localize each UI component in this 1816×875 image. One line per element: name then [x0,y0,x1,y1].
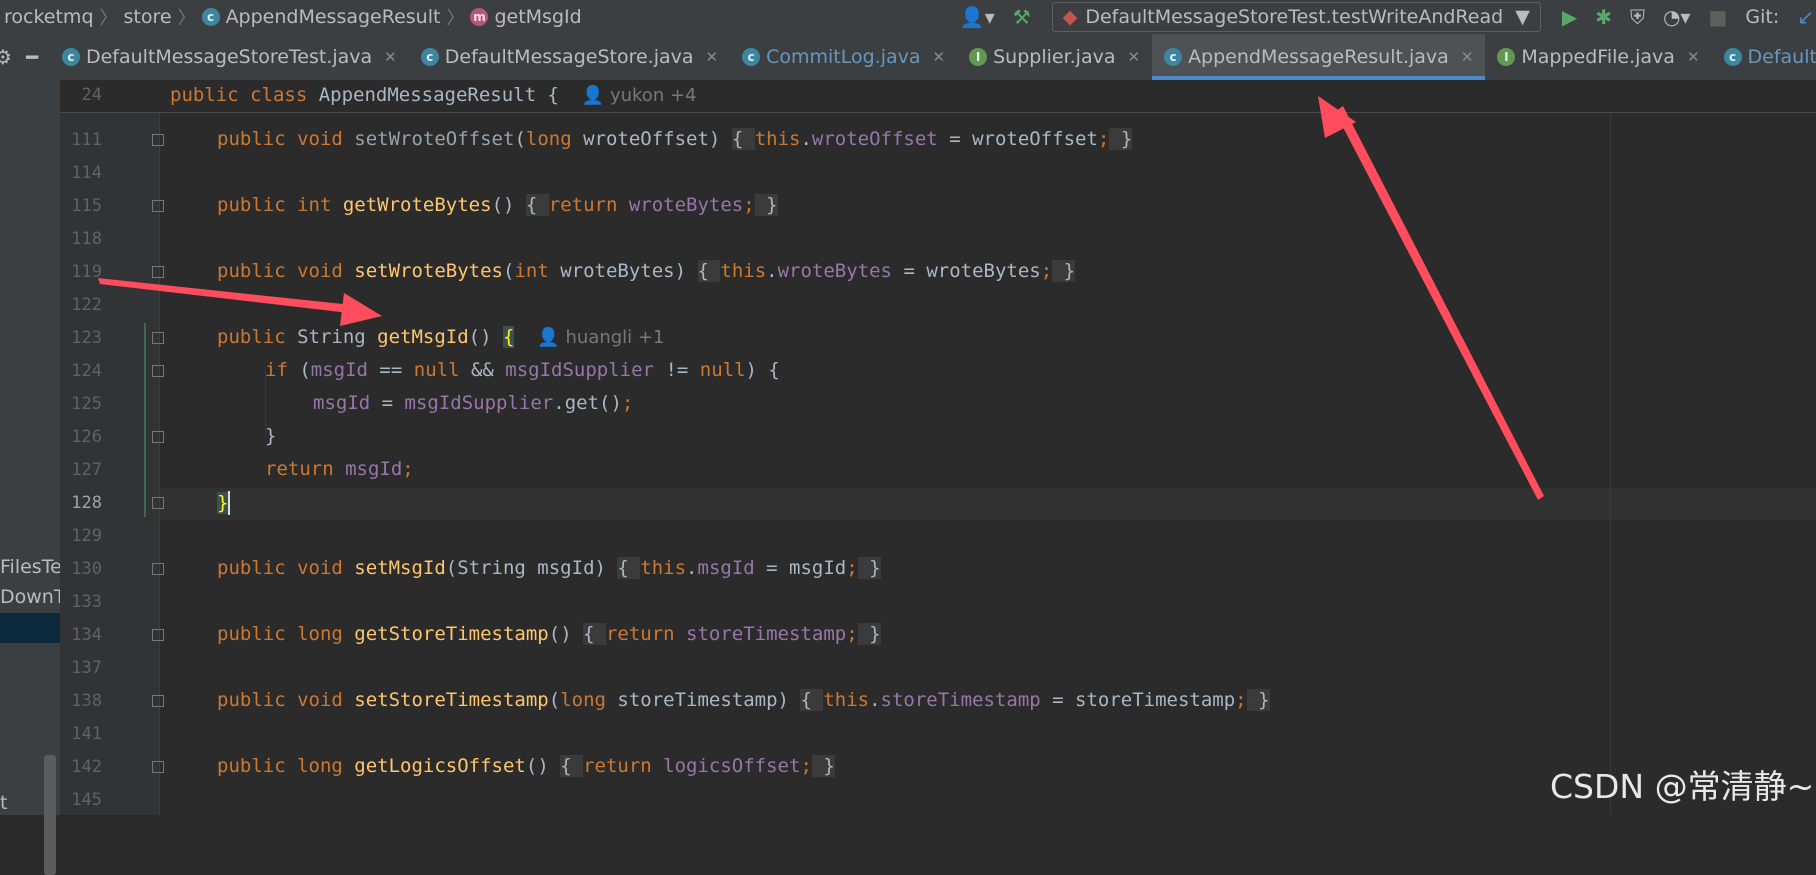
annotation-arrows [98,96,1544,500]
arrow-to-getmsgid [98,278,382,326]
arrowhead [340,293,382,326]
arrow-shaft [98,278,352,313]
watermark: CSDN @常清静~ [1550,767,1815,806]
arrow-to-tab [1318,96,1544,500]
arrow-shaft [1335,106,1544,500]
